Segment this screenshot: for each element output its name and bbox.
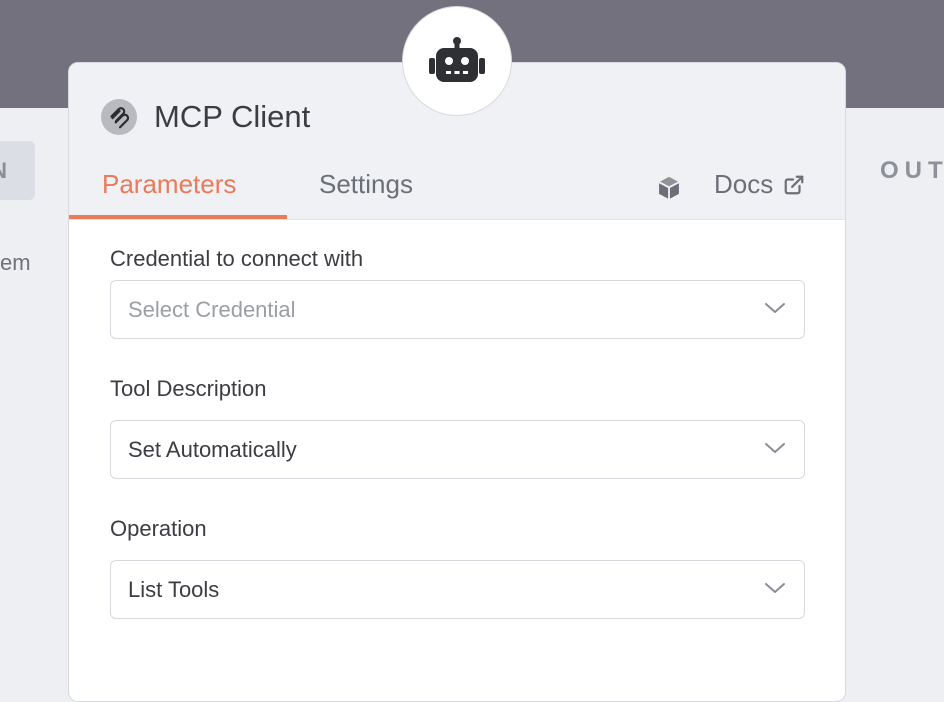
credential-label: Credential to connect with [110, 246, 364, 271]
output-panel-label: OUT [880, 157, 944, 184]
cube-icon[interactable] [655, 174, 683, 207]
robot-icon [429, 37, 485, 82]
tool-description-label: Tool Description [110, 376, 267, 401]
chevron-down-icon [765, 583, 785, 593]
tool-description-value: Set Automatically [128, 436, 297, 462]
external-link-icon [784, 175, 804, 194]
node-parameters-panel: MCP Client Parameters Settings Docs Cred… [68, 62, 846, 702]
node-icon-badge [402, 6, 512, 116]
docs-label: Docs [714, 169, 774, 199]
operation-label: Operation [110, 516, 207, 541]
active-tab-indicator [69, 215, 287, 219]
chevron-down-icon [765, 443, 785, 453]
operation-value: List Tools [128, 576, 220, 602]
tab-parameters[interactable]: Parameters [102, 169, 236, 200]
credential-select[interactable]: Select Credential [110, 280, 805, 339]
input-panel-button-label: N [0, 158, 7, 184]
input-panel-text: em [0, 250, 31, 275]
docs-link[interactable]: Docs [714, 169, 805, 200]
node-title[interactable]: MCP Client [154, 99, 310, 135]
mcp-icon [101, 99, 137, 135]
tab-settings[interactable]: Settings [319, 169, 413, 200]
operation-select[interactable]: List Tools [110, 560, 805, 619]
credential-placeholder: Select Credential [128, 296, 296, 322]
chevron-down-icon [765, 303, 785, 313]
tool-description-select[interactable]: Set Automatically [110, 420, 805, 479]
input-panel-button[interactable]: N [0, 141, 35, 200]
node-title-row: MCP Client [101, 99, 310, 135]
